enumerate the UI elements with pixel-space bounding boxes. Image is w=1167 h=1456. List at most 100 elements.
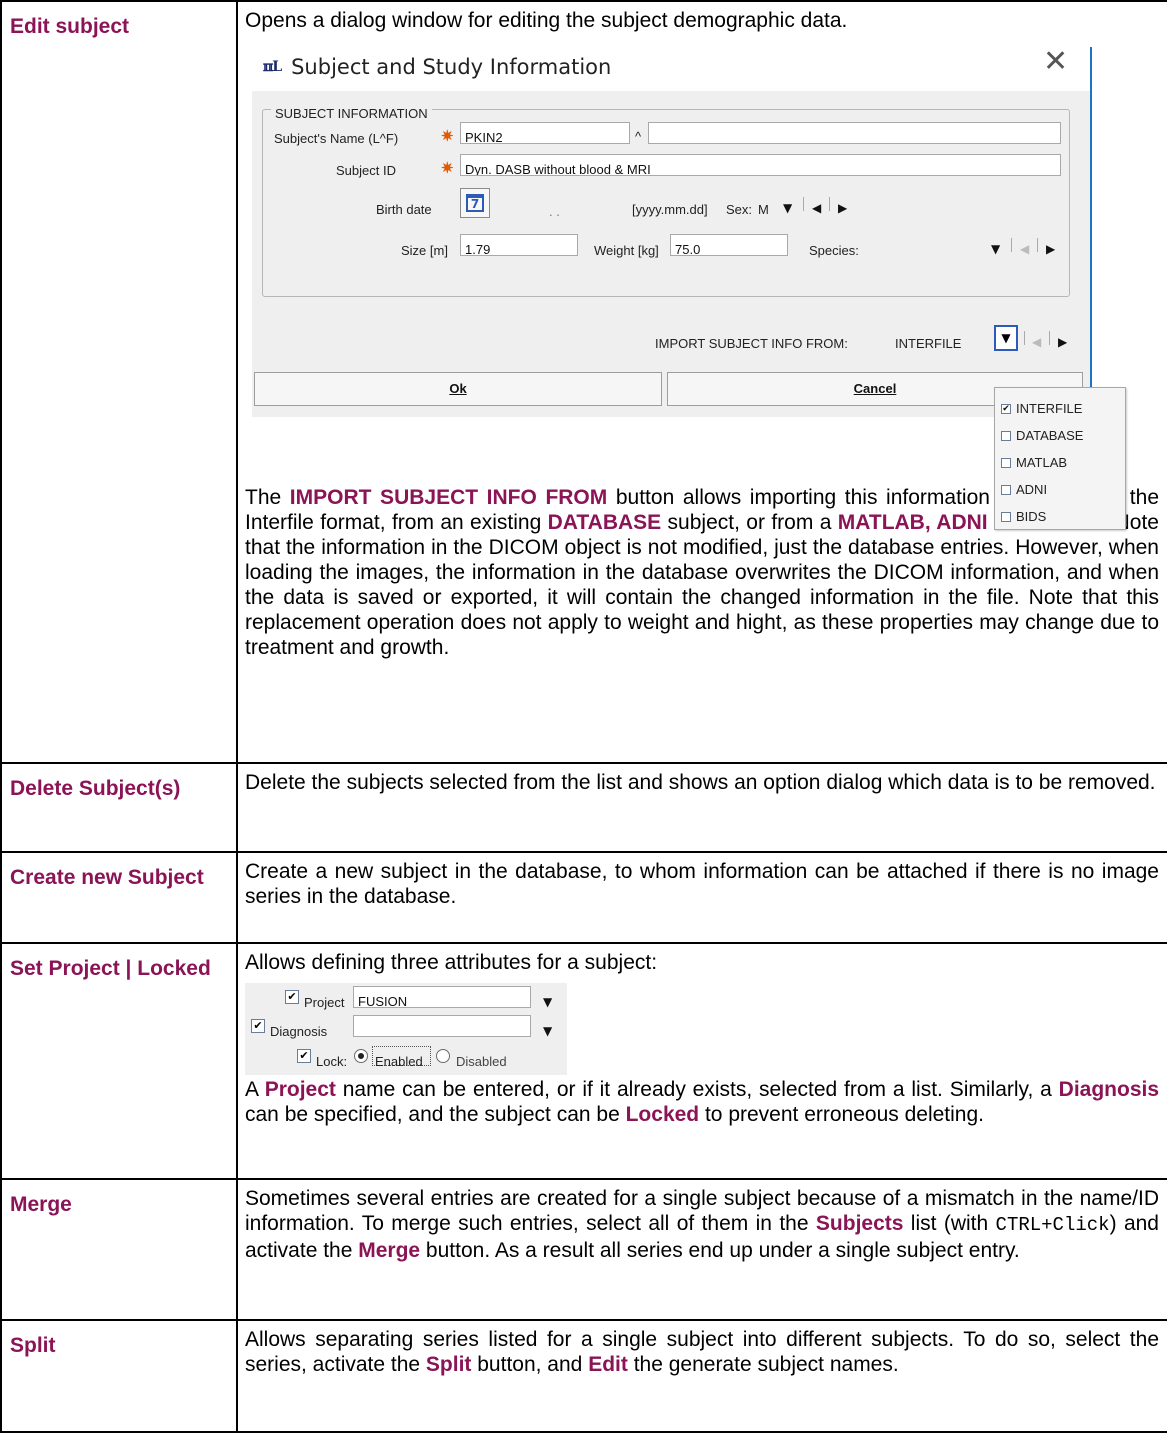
import-next-icon[interactable]: ▶ [1058,330,1067,355]
import-label: IMPORT SUBJECT INFO FROM: [655,336,848,351]
highlight-diagnosis: Diagnosis [1058,1078,1160,1101]
diagnosis-checkbox[interactable]: ✔ [251,1019,265,1033]
desc-split: Allows separating series listed for a si… [236,1319,1167,1433]
highlight-edit: Edit [588,1353,628,1376]
app-icon: ℼL [263,59,282,75]
diagnosis-dropdown-icon[interactable]: ▼ [543,1019,552,1044]
required-icon: ✷ [441,128,454,145]
table-row-delete-subjects: Delete Subject(s) Delete the subjects se… [0,762,1167,853]
window-edge [1090,47,1092,407]
close-icon[interactable]: ✕ [1043,47,1068,77]
import-value[interactable]: INTERFILE [895,331,961,356]
dialog-title-bar: ℼL Subject and Study Information [263,55,611,80]
subject-id-input[interactable]: Dyn. DASB without blood & MRI [460,154,1061,176]
checkbox-icon [1001,457,1011,468]
table-row-set-project: Set Project | Locked Allows defining thr… [0,942,1167,1180]
separator [1049,331,1050,345]
edit-subject-intro: Opens a dialog window for editing the su… [245,9,848,32]
import-prev-icon[interactable]: ◀ [1032,330,1041,355]
term-delete-subjects: Delete Subject(s) [0,762,238,853]
size-input[interactable]: 1.79 [460,234,578,256]
menu-item-matlab[interactable]: MATLAB [1001,450,1067,475]
disabled-label: Disabled [456,1054,507,1069]
import-source-menu: ✔ INTERFILE DATABASE MATLAB ADNI BIDS [994,387,1126,530]
weight-input[interactable]: 75.0 [670,234,788,256]
subject-dialog: ℼL Subject and Study Information ✕ SUBJE… [245,37,1090,417]
set-project-paragraph: A Project name can be entered, or if it … [245,1078,1160,1126]
desc-delete-subjects: Delete the subjects selected from the li… [236,762,1167,853]
size-label: Size [m] [401,243,448,258]
table-row-merge: Merge Sometimes several entries are crea… [0,1178,1167,1321]
desc-create-subject: Create a new subject in the database, to… [236,851,1167,944]
highlight-locked: Locked [625,1103,700,1126]
term-set-project: Set Project | Locked [0,942,238,1180]
sex-dropdown-icon[interactable]: ▼ [783,196,792,221]
disabled-radio[interactable] [436,1049,450,1063]
menu-item-adni[interactable]: ADNI [1001,477,1047,502]
dialog-title: Subject and Study Information [291,55,612,79]
birth-date-format: [yyyy.mm.dd] [632,202,708,217]
checkbox-icon [1001,484,1011,495]
required-icon: ✷ [441,160,454,177]
reference-table: Edit subject Opens a dialog window for e… [0,0,1167,1433]
set-project-intro: Allows defining three attributes for a s… [245,951,658,974]
sex-value[interactable]: M [758,197,769,222]
lock-label: Lock: [316,1054,348,1069]
table-row-edit-subject: Edit subject Opens a dialog window for e… [0,0,1167,764]
diagnosis-input[interactable] [353,1015,531,1037]
enabled-radio[interactable] [354,1049,368,1063]
species-next-icon[interactable]: ▶ [1046,237,1055,262]
separator [1011,238,1012,252]
subject-info-legend: SUBJECT INFORMATION [271,101,432,126]
species-prev-icon[interactable]: ◀ [1020,237,1029,262]
table-row-split: Split Allows separating series listed fo… [0,1319,1167,1433]
separator [803,197,804,211]
subject-info-group: SUBJECT INFORMATION Subject's Name (L^F)… [262,101,1070,297]
sex-prev-icon[interactable]: ◀ [812,196,821,221]
sex-label: Sex: [726,202,753,217]
menu-item-interfile[interactable]: ✔ INTERFILE [1001,396,1082,421]
species-dropdown-icon[interactable]: ▼ [991,237,1000,262]
subject-dialog-screenshot: ℼL Subject and Study Information ✕ SUBJE… [245,37,1130,530]
separator [829,197,830,211]
highlight-merge: Merge [358,1239,421,1262]
project-dropdown-icon[interactable]: ▼ [543,990,552,1015]
checkbox-icon [1001,511,1011,522]
species-label: Species: [809,243,859,258]
menu-item-bids[interactable]: BIDS [1001,504,1046,529]
name-separator: ^ [635,129,642,144]
subject-name-label: Subject's Name (L^F) [274,131,399,146]
menu-item-database[interactable]: DATABASE [1001,423,1083,448]
birth-date-value: . . [549,204,560,219]
ok-button[interactable]: Ok [254,372,662,406]
subject-firstname-input[interactable] [648,122,1061,144]
separator [1024,331,1025,345]
import-dropdown-icon[interactable]: ▼ [994,325,1018,351]
highlight-database: DATABASE [547,511,662,534]
highlight-project: Project [264,1078,336,1101]
term-merge: Merge [0,1178,238,1321]
lock-checkbox[interactable]: ✔ [297,1049,311,1063]
shortcut-code: CTRL+Click [995,1214,1110,1236]
calendar-icon[interactable]: 7 [460,188,490,218]
project-input[interactable]: FUSION [353,986,531,1009]
checkbox-checked-icon: ✔ [1001,403,1011,414]
separator [1037,238,1038,252]
highlight-split: Split [425,1353,472,1376]
dialog-body: SUBJECT INFORMATION Subject's Name (L^F)… [252,91,1090,417]
table-row-create-subject: Create new Subject Create a new subject … [0,851,1167,944]
subject-name-input[interactable]: PKIN2 [460,122,630,144]
sex-next-icon[interactable]: ▶ [838,196,847,221]
term-split: Split [0,1319,238,1433]
weight-label: Weight [kg] [594,243,659,258]
project-label: Project [304,995,345,1010]
enabled-label: Enabled [375,1054,423,1069]
desc-set-project: Allows defining three attributes for a s… [236,942,1167,1180]
desc-merge: Sometimes several entries are created fo… [236,1178,1167,1321]
highlight-subjects: Subjects [815,1212,904,1235]
birth-date-label: Birth date [376,202,432,217]
diagnosis-label: Diagnosis [270,1024,328,1039]
checkbox-icon [1001,430,1011,441]
project-checkbox[interactable]: ✔ [285,990,299,1004]
term-create-subject: Create new Subject [0,851,238,944]
